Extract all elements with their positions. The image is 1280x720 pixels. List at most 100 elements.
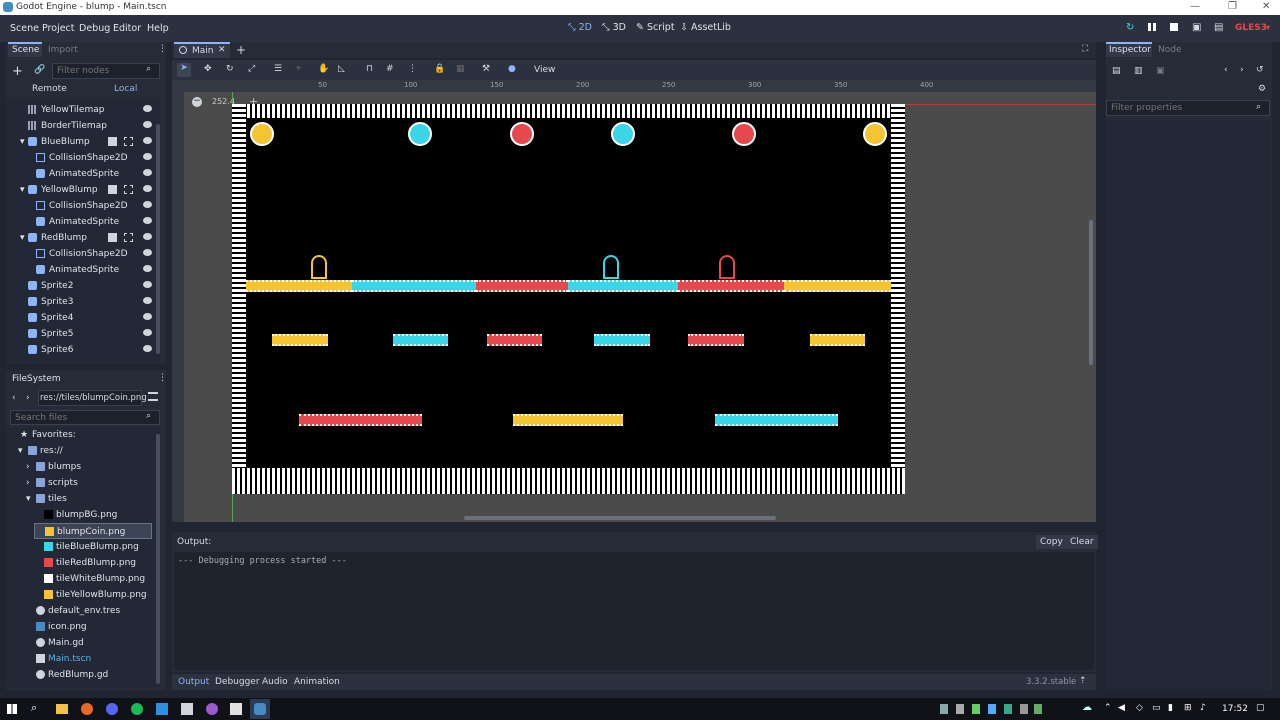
visibility-eye-icon[interactable] (143, 153, 152, 160)
visibility-eye-icon[interactable] (143, 313, 152, 320)
rotate-mode-icon[interactable]: ↻ (226, 64, 234, 74)
tab-scene[interactable]: Scene (12, 45, 39, 55)
battery-icon[interactable]: ▮ (1168, 703, 1173, 713)
speaker-icon[interactable]: ♪ (1200, 703, 1206, 713)
scene-node-row[interactable]: CollisionShape2D (6, 198, 156, 214)
tray-icon[interactable] (1020, 704, 1028, 714)
visibility-eye-icon[interactable] (143, 281, 152, 288)
visibility-eye-icon[interactable] (143, 121, 152, 128)
group-icon[interactable]: ▦ (456, 64, 465, 74)
network-icon[interactable]: ◇ (1136, 703, 1143, 713)
visibility-eye-icon[interactable] (143, 217, 152, 224)
copy-button[interactable]: Copy (1036, 535, 1067, 549)
vscode-icon[interactable] (156, 703, 168, 715)
file-row[interactable]: blumpBG.png (6, 507, 156, 523)
viewport-hscrollbar[interactable] (464, 516, 776, 520)
file-row[interactable]: icon.png (6, 619, 156, 635)
visibility-eye-icon[interactable] (143, 137, 152, 144)
camera-icon[interactable]: ● (508, 64, 516, 74)
add-node-icon[interactable]: + (12, 64, 23, 79)
tray-icon[interactable] (972, 704, 980, 714)
expand-chevron-icon[interactable]: ▾ (20, 137, 25, 147)
tray-icon[interactable] (1034, 704, 1042, 714)
minimize-icon[interactable]: — (1190, 1, 1200, 12)
file-row[interactable]: › scripts (6, 475, 156, 491)
history-forward-icon[interactable]: › (1240, 65, 1244, 75)
pivot-icon[interactable]: ⌖ (296, 64, 301, 74)
expand-panel-icon[interactable]: ⇡ (1079, 676, 1087, 686)
expand-chevron-icon[interactable]: › (26, 462, 30, 472)
scene-node-row[interactable]: ▾ BlueBlump (6, 134, 156, 150)
visibility-eye-icon[interactable] (143, 265, 152, 272)
tab-main[interactable]: Main ✕ (174, 42, 230, 58)
script-attached-icon[interactable] (108, 137, 117, 146)
filter-nodes-input[interactable] (52, 63, 160, 79)
pan-mode-icon[interactable]: ✋ (318, 64, 329, 74)
list-select-icon[interactable]: ☰ (274, 64, 282, 74)
mode-2d-button[interactable]: ⤡ 2D (568, 22, 592, 33)
mode-assetlib-button[interactable]: ⇩ AssetLib (680, 22, 731, 33)
link-icon[interactable]: 🔗 (34, 65, 45, 75)
expand-chevron-icon[interactable]: ▾ (20, 185, 25, 195)
file-row[interactable]: tileRedBlump.png (6, 555, 156, 571)
windows-start-icon[interactable] (7, 704, 17, 714)
menu-editor[interactable]: Editor (113, 23, 141, 34)
mode-3d-button[interactable]: ⤡ 3D (602, 22, 626, 33)
file-row[interactable]: tileYellowBlump.png (6, 587, 156, 603)
search-files-input[interactable] (10, 410, 160, 425)
close-icon[interactable]: ✕ (1262, 1, 1270, 12)
scene-node-row[interactable]: AnimatedSprite (6, 262, 156, 278)
select-mode-icon[interactable]: ➤ (177, 63, 191, 77)
tab-audio[interactable]: Audio (262, 677, 288, 687)
history-back-icon[interactable]: ‹ (1224, 65, 1228, 75)
scene-node-row[interactable]: CollisionShape2D (6, 150, 156, 166)
scene-node-row[interactable]: ▾ RedBlump (6, 230, 156, 246)
grid-snap-icon[interactable]: # (386, 64, 394, 74)
script-attached-icon[interactable] (108, 185, 117, 194)
group-selected-icon[interactable] (124, 185, 133, 194)
file-row[interactable]: Main.tscn (6, 651, 156, 667)
path-field[interactable]: res://tiles/blumpCoin.png (40, 393, 147, 403)
display-icon[interactable]: ▭ (1152, 703, 1161, 713)
notifications-icon[interactable]: ▢ (1256, 703, 1265, 713)
close-tab-icon[interactable]: ✕ (218, 45, 226, 55)
reload-icon[interactable]: ↻ (1126, 22, 1134, 33)
search-icon[interactable]: ⌕ (31, 701, 37, 715)
stop-button[interactable] (1170, 23, 1178, 31)
new-tab-icon[interactable]: + (236, 43, 246, 57)
expand-chevron-icon[interactable]: ▾ (20, 233, 25, 243)
scene-tree-scrollbar[interactable] (156, 124, 160, 354)
file-tree-scrollbar[interactable] (156, 434, 160, 684)
file-row[interactable]: RedBlump.gd (6, 667, 156, 683)
tray-icon[interactable] (940, 704, 948, 714)
tab-output[interactable]: Output (178, 677, 209, 687)
menu-project[interactable]: Project (42, 23, 75, 34)
visibility-eye-icon[interactable] (143, 249, 152, 256)
scene-node-row[interactable]: CollisionShape2D (6, 246, 156, 262)
split-mode-icon[interactable] (148, 392, 158, 401)
file-row[interactable]: ▾ res:// (6, 443, 156, 459)
open-resource-icon[interactable]: ▥ (1134, 66, 1143, 76)
filter-properties-input[interactable] (1106, 100, 1270, 116)
file-explorer-icon[interactable] (56, 704, 68, 714)
app-icon[interactable] (181, 703, 193, 715)
play-custom-icon[interactable]: ▤ (1214, 22, 1223, 33)
scene-node-row[interactable]: Sprite5 (6, 326, 156, 342)
tab-animation[interactable]: Animation (294, 677, 340, 687)
visibility-eye-icon[interactable] (143, 185, 152, 192)
renderer-chevron-down-icon[interactable]: ▾ (1266, 23, 1270, 32)
expand-chevron-icon[interactable]: ▾ (26, 494, 31, 504)
file-row[interactable]: ▾ tiles (6, 491, 156, 507)
tray-icon[interactable] (988, 704, 996, 714)
firefox-icon[interactable] (81, 703, 93, 715)
scene-node-row[interactable]: AnimatedSprite (6, 166, 156, 182)
forward-icon[interactable]: › (26, 393, 30, 403)
save-resource-icon[interactable]: ▣ (1156, 66, 1165, 76)
ruler-mode-icon[interactable]: ◺ (338, 64, 345, 74)
history-icon[interactable]: ↺ (1256, 65, 1264, 75)
visibility-eye-icon[interactable] (143, 169, 152, 176)
clock[interactable]: 17:52 (1222, 704, 1248, 714)
zoom-out-button[interactable]: − (192, 97, 202, 107)
visibility-eye-icon[interactable] (143, 201, 152, 208)
tools-icon[interactable]: ⚙ (1258, 84, 1266, 94)
